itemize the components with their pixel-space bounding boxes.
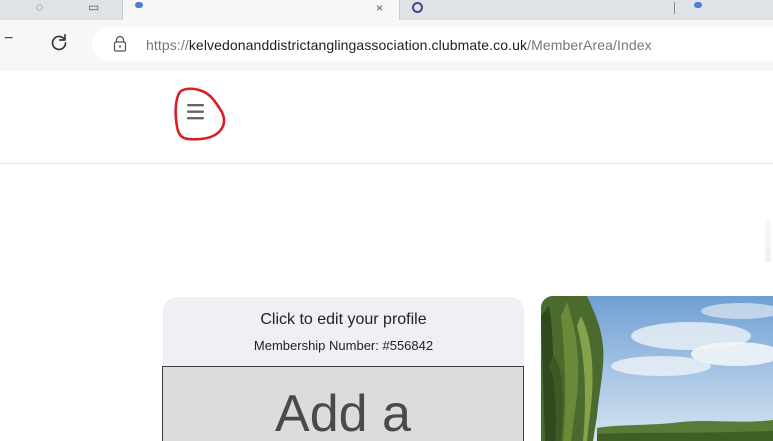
back-arrow-icon[interactable]: − bbox=[4, 31, 13, 47]
active-browser-tab[interactable] bbox=[122, 0, 400, 20]
tab-favicon bbox=[135, 2, 143, 8]
add-photo-label[interactable]: Add a bbox=[162, 384, 524, 441]
url-host: kelvedonanddistrictanglingassociation.cl… bbox=[188, 37, 528, 53]
site-info-icon[interactable] bbox=[112, 35, 128, 53]
tab-separator bbox=[674, 2, 675, 14]
url-text[interactable]: https://kelvedonanddistrictanglingassoci… bbox=[146, 37, 652, 53]
screenshot: ◌ ▭ × − https://kelvedonanddistrictangli… bbox=[0, 0, 773, 441]
profile-edit-link[interactable]: Click to edit your profile bbox=[163, 310, 524, 330]
hamburger-menu-icon[interactable] bbox=[172, 85, 228, 143]
page-edge-artifact bbox=[765, 218, 771, 262]
url-scheme: https:// bbox=[146, 37, 189, 53]
membership-number: Membership Number: #556842 bbox=[253, 338, 434, 353]
tab-favicon-globe-icon bbox=[412, 2, 423, 13]
tab-close-icon[interactable]: × bbox=[376, 1, 383, 15]
tab-favicon bbox=[694, 2, 702, 8]
site-header bbox=[0, 71, 773, 164]
red-annotation-circle bbox=[174, 87, 226, 141]
browser-tab-strip: ◌ ▭ × bbox=[0, 0, 773, 20]
tab-icon-partial: ▭ bbox=[88, 0, 100, 14]
url-path: /MemberArea/Index bbox=[527, 37, 652, 53]
reload-icon[interactable] bbox=[50, 33, 68, 51]
hero-landscape-image bbox=[541, 296, 773, 441]
tab-icon-partial: ◌ bbox=[36, 0, 44, 14]
